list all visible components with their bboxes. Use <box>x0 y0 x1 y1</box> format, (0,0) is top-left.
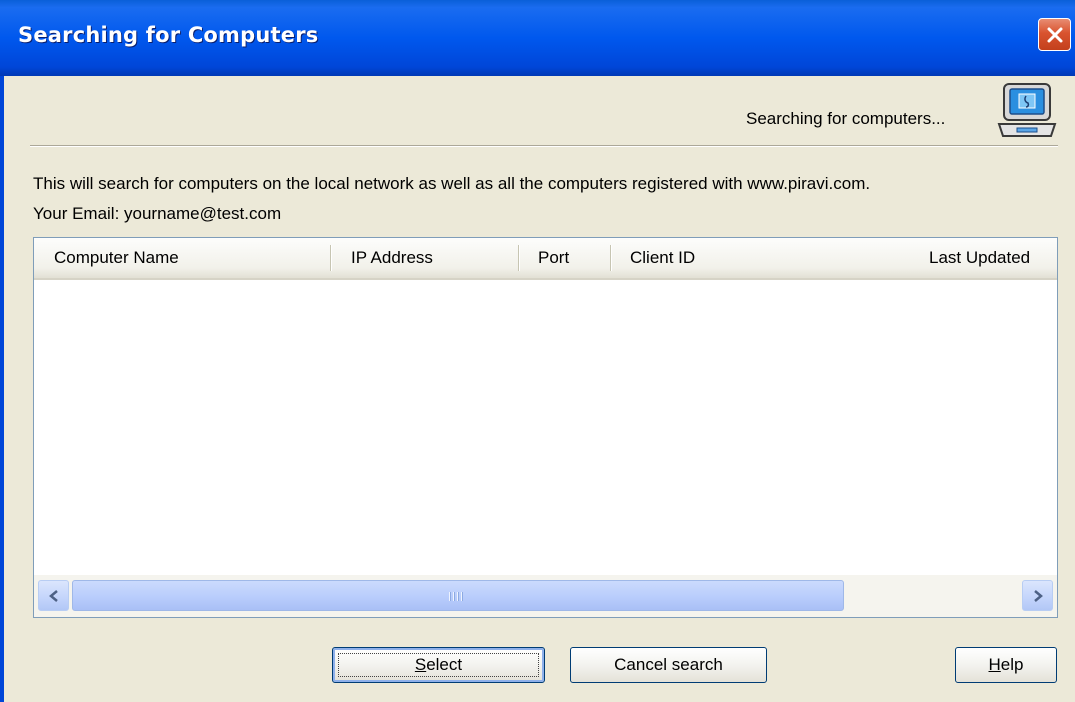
close-icon <box>1047 27 1063 43</box>
column-header-client-id[interactable]: Client ID <box>630 248 695 268</box>
help-button[interactable]: Help <box>955 647 1057 683</box>
help-accelerator: H <box>988 655 1001 674</box>
column-divider[interactable] <box>518 245 520 271</box>
scrollbar-thumb[interactable] <box>72 580 844 611</box>
title-bar[interactable]: Searching for Computers <box>0 0 1075 76</box>
email-label: Your Email: yourname@test.com <box>33 204 282 223</box>
grip-icon <box>449 592 463 601</box>
window-title: Searching for Computers <box>18 23 319 47</box>
window-frame <box>0 76 4 702</box>
column-header-last-updated[interactable]: Last Updated <box>929 248 1030 268</box>
column-divider[interactable] <box>330 245 332 271</box>
scroll-right-button[interactable] <box>1022 580 1053 611</box>
search-status: Searching for computers... <box>746 109 946 128</box>
cancel-search-label: Cancel search <box>614 655 723 674</box>
chevron-left-icon <box>49 590 58 602</box>
scroll-left-button[interactable] <box>38 580 69 611</box>
close-button[interactable] <box>1038 18 1071 51</box>
help-label: elp <box>1000 655 1024 674</box>
cancel-search-button[interactable]: Cancel search <box>570 647 767 683</box>
search-description: This will search for computers on the lo… <box>33 174 871 193</box>
column-header-ip-address[interactable]: IP Address <box>351 248 433 268</box>
list-body[interactable] <box>34 280 1057 574</box>
computer-icon <box>997 83 1057 137</box>
column-header-computer-name[interactable]: Computer Name <box>54 248 179 268</box>
column-header-port[interactable]: Port <box>538 248 569 268</box>
list-header: Computer Name IP Address Port Client ID … <box>34 238 1057 280</box>
select-button[interactable]: Select <box>332 647 545 683</box>
horizontal-scrollbar[interactable] <box>34 575 1057 617</box>
header-separator <box>30 145 1058 147</box>
column-divider[interactable] <box>610 245 612 271</box>
chevron-right-icon <box>1034 590 1043 602</box>
select-accelerator: S <box>414 655 427 674</box>
computer-list[interactable]: Computer Name IP Address Port Client ID … <box>33 237 1058 618</box>
select-label: elect <box>426 655 463 674</box>
